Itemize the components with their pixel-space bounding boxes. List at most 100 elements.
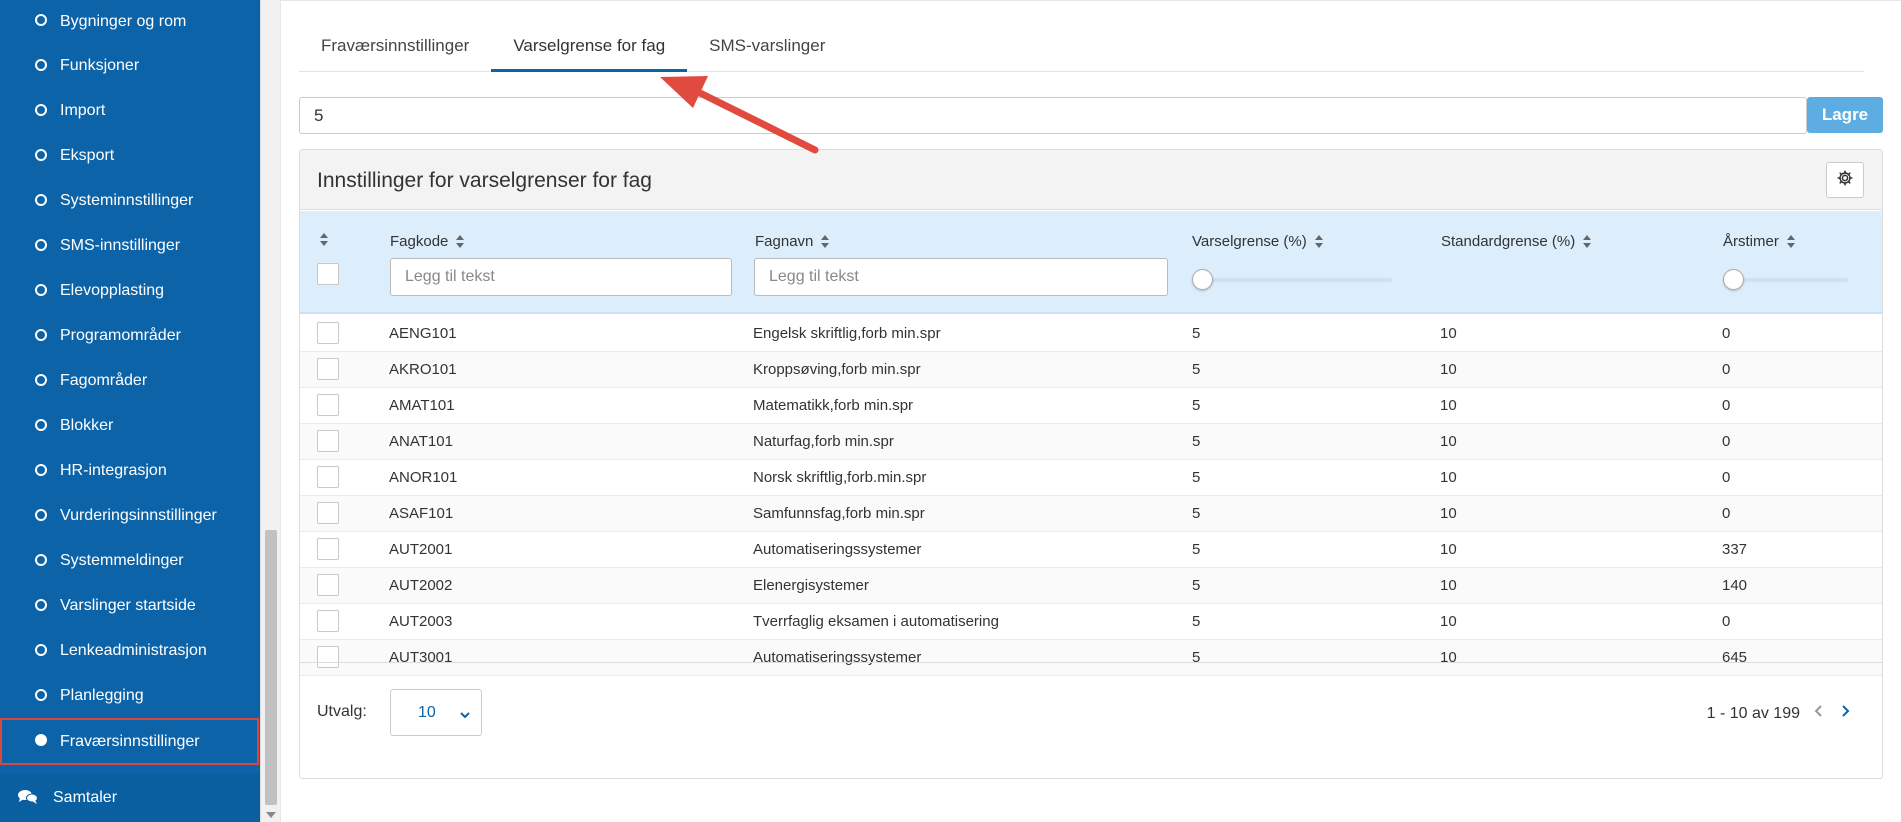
cell-standard: 10: [1440, 613, 1457, 630]
cell-name: Tverrfaglig eksamen i automatisering: [753, 613, 999, 630]
row-checkbox[interactable]: [317, 610, 339, 632]
tab-varselgrense-for-fag[interactable]: Varselgrense for fag: [491, 26, 688, 72]
sidebar-item-bygninger-og-rom[interactable]: Bygninger og rom: [0, 0, 260, 43]
column-header-label: Fagnavn: [755, 233, 814, 250]
table-row[interactable]: AENG101 Engelsk skriftlig,forb min.spr 5 10…: [300, 316, 1882, 352]
sidebar-item-label: Lenkeadministrasjon: [60, 641, 207, 659]
chevron-left-icon[interactable]: [1812, 703, 1826, 724]
cell-code: AUT2002: [389, 577, 453, 594]
column-header-fagkode[interactable]: Fagkode: [390, 233, 465, 250]
scrollbar-thumb[interactable]: [265, 530, 277, 805]
page-size-select[interactable]: 10: [390, 689, 482, 736]
cell-code: AUT2001: [389, 541, 453, 558]
sidebar-item-samtaler[interactable]: Samtaler: [0, 773, 260, 822]
sidebar-item-import[interactable]: Import: [0, 88, 260, 133]
table-row[interactable]: AMAT101 Matematikk,forb min.spr 5 10 0: [300, 388, 1882, 424]
settings-panel: Innstillinger for varselgrenser for fag …: [299, 149, 1883, 779]
sidebar-item-programomrader[interactable]: Programområder: [0, 313, 260, 358]
row-checkbox[interactable]: [317, 358, 339, 380]
cell-timer: 0: [1722, 613, 1731, 630]
circle-bullet-icon: [35, 14, 47, 26]
varselgrense-slider[interactable]: [1192, 269, 1392, 290]
settings-button[interactable]: [1826, 162, 1864, 198]
sidebar-item-fagomrader[interactable]: Fagområder: [0, 358, 260, 403]
sidebar-item-label: Samtaler: [53, 788, 118, 806]
slider-knob[interactable]: [1723, 269, 1744, 290]
column-header-varselgrense[interactable]: Varselgrense (%): [1192, 233, 1323, 250]
tab-sms-varslinger[interactable]: SMS-varslinger: [687, 26, 847, 72]
cell-name: Engelsk skriftlig,forb min.spr: [753, 325, 941, 342]
sidebar-item-varslinger-startside[interactable]: Varslinger startside: [0, 583, 260, 628]
arstimer-slider[interactable]: [1723, 269, 1848, 290]
column-header-label: Årstimer: [1723, 233, 1779, 250]
sidebar-item-vurderingsinnstillinger[interactable]: Vurderingsinnstillinger: [0, 493, 260, 538]
fagnavn-filter-input[interactable]: Legg til tekst: [754, 258, 1168, 296]
row-checkbox[interactable]: [317, 430, 339, 452]
cell-standard: 10: [1440, 541, 1457, 558]
table-row[interactable]: ANAT101 Naturfag,forb min.spr 5 10 0: [300, 424, 1882, 460]
cell-code: ANAT101: [389, 433, 453, 450]
column-header-arstimer[interactable]: Årstimer: [1723, 233, 1795, 250]
tab-bar: Fraværsinnstillinger Varselgrense for fa…: [299, 26, 1864, 72]
cell-varsel: 5: [1192, 361, 1201, 378]
slider-knob[interactable]: [1192, 269, 1213, 290]
sidebar-item-systeminnstillinger[interactable]: Systeminnstillinger: [0, 178, 260, 223]
cell-timer: 0: [1722, 325, 1731, 342]
table-row[interactable]: AKRO101 Kroppsøving,forb min.spr 5 10 0: [300, 352, 1882, 388]
cell-varsel: 5: [1192, 577, 1201, 594]
sidebar-item-label: Varslinger startside: [60, 596, 196, 614]
sidebar-item-blokker[interactable]: Blokker: [0, 403, 260, 448]
scroll-down-arrow-icon[interactable]: [266, 812, 276, 818]
column-header-standardgrense[interactable]: Standardgrense (%): [1441, 233, 1592, 250]
sidebar-item-label: Fraværsinnstillinger: [60, 732, 200, 750]
cell-timer: 0: [1722, 361, 1731, 378]
sidebar-item-hr-integrasjon[interactable]: HR-integrasjon: [0, 448, 260, 493]
threshold-input[interactable]: 5: [299, 97, 1807, 134]
table-body: AENG101 Engelsk skriftlig,forb min.spr 5 10…: [300, 316, 1882, 676]
sidebar-nav: Bygninger og rom Funksjoner Import Ekspo…: [0, 0, 260, 822]
row-checkbox[interactable]: [317, 394, 339, 416]
save-button[interactable]: Lagre: [1807, 97, 1883, 133]
sidebar-item-fravaersinnstillinger[interactable]: Fraværsinnstillinger: [0, 718, 259, 765]
cell-code: AKRO101: [389, 361, 457, 378]
row-checkbox[interactable]: [317, 538, 339, 560]
table-row[interactable]: ANOR101 Norsk skriftlig,forb.min.spr 5 10 0: [300, 460, 1882, 496]
cell-timer: 0: [1722, 469, 1731, 486]
sidebar-item-label: Bygninger og rom: [60, 12, 187, 30]
panel-header: Innstillinger for varselgrenser for fag: [300, 150, 1882, 210]
content-card: Fraværsinnstillinger Varselgrense for fa…: [280, 0, 1901, 822]
sidebar-item-systemmeldinger[interactable]: Systemmeldinger: [0, 538, 260, 583]
cell-code: ASAF101: [389, 505, 454, 522]
circle-bullet-icon: [35, 194, 47, 206]
sidebar-item-eksport[interactable]: Eksport: [0, 133, 260, 178]
select-sort-button[interactable]: [320, 233, 328, 247]
row-checkbox[interactable]: [317, 466, 339, 488]
sidebar-item-sms-innstillinger[interactable]: SMS-innstillinger: [0, 223, 260, 268]
column-header-fagnavn[interactable]: Fagnavn: [755, 233, 830, 250]
select-all-checkbox[interactable]: [317, 263, 339, 285]
tab-fravaersinnstillinger[interactable]: Fraværsinnstillinger: [299, 26, 491, 72]
table-row[interactable]: AUT2003 Tverrfaglig eksamen i automatiser…: [300, 604, 1882, 640]
sidebar-item-elevopplasting[interactable]: Elevopplasting: [0, 268, 260, 313]
sidebar-item-label: Systemmeldinger: [60, 551, 184, 569]
sidebar-item-lenkeadministrasjon[interactable]: Lenkeadministrasjon: [0, 628, 260, 673]
fagkode-filter-input[interactable]: Legg til tekst: [390, 258, 732, 296]
chevron-right-icon[interactable]: [1838, 703, 1852, 724]
table-row[interactable]: ASAF101 Samfunnsfag,forb min.spr 5 10 0: [300, 496, 1882, 532]
circle-bullet-icon: [35, 374, 47, 386]
sidebar-item-label: Planlegging: [60, 686, 144, 704]
sidebar-scrollbar[interactable]: [260, 0, 280, 822]
sort-icon: [320, 233, 328, 247]
sidebar-item-funksjoner[interactable]: Funksjoner: [0, 43, 260, 88]
cell-varsel: 5: [1192, 325, 1201, 342]
table-row[interactable]: AUT2001 Automatiseringssystemer 5 10 337: [300, 532, 1882, 568]
row-checkbox[interactable]: [317, 502, 339, 524]
table-row[interactable]: AUT2002 Elenergisystemer 5 10 140: [300, 568, 1882, 604]
row-checkbox[interactable]: [317, 574, 339, 596]
sidebar-item-label: HR-integrasjon: [60, 461, 167, 479]
sidebar-item-label: SMS-innstillinger: [60, 236, 181, 254]
circle-bullet-icon: [35, 284, 47, 296]
circle-bullet-icon: [35, 239, 47, 251]
row-checkbox[interactable]: [317, 322, 339, 344]
sidebar-item-planlegging[interactable]: Planlegging: [0, 673, 260, 718]
